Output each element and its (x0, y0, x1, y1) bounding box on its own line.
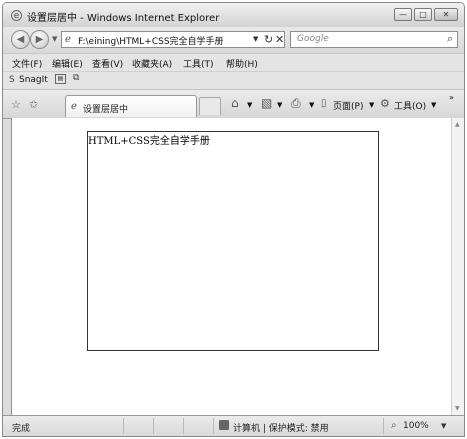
more-commands-icon[interactable]: » (449, 93, 454, 102)
scroll-up-icon[interactable]: ▲ (455, 121, 460, 128)
status-divider (153, 418, 154, 434)
add-favorite-icon[interactable]: ✩ (29, 98, 38, 111)
scroll-down-icon[interactable]: ▼ (455, 405, 460, 412)
search-input[interactable]: Google (297, 34, 329, 44)
menu-edit[interactable]: 编辑(E) (52, 57, 83, 70)
address-bar[interactable]: ℯ F:\eining\HTML+CSS完全自学手册 ▼ ↻ ✕ (61, 31, 285, 48)
security-zone[interactable]: 计算机 | 保护模式: 禁用 (233, 421, 329, 434)
address-chevron-down-icon[interactable]: ▼ (253, 35, 258, 43)
centered-layer: HTML+CSS完全自学手册 (87, 131, 379, 351)
feeds-chevron-down-icon[interactable]: ▼ (277, 101, 282, 109)
print-chevron-down-icon[interactable]: ▼ (309, 101, 314, 109)
address-input[interactable]: F:\eining\HTML+CSS完全自学手册 (78, 34, 250, 47)
zoom-chevron-down-icon[interactable]: ▼ (441, 422, 446, 430)
search-box[interactable]: Google ⌕ (290, 31, 458, 48)
address-row: ◀ ▶ ▼ ℯ F:\eining\HTML+CSS完全自学手册 ▼ ↻ ✕ G… (3, 27, 464, 53)
status-divider (183, 418, 184, 434)
tools-chevron-down-icon[interactable]: ▼ (431, 101, 436, 109)
back-button[interactable]: ◀ (11, 30, 30, 49)
recent-pages-chevron-down-icon[interactable]: ▼ (52, 35, 57, 43)
favorites-star-icon[interactable]: ☆ (11, 98, 21, 111)
new-tab-button[interactable] (199, 97, 221, 115)
status-divider (123, 418, 124, 434)
status-text: 完成 (12, 424, 31, 434)
page-menu-button[interactable]: 页面(P) (333, 99, 363, 112)
tab-active[interactable]: ℯ 设置层居中 (65, 95, 197, 117)
status-divider (383, 418, 384, 434)
menu-favorites[interactable]: 收藏夹(A) (132, 57, 172, 70)
zoom-icon[interactable]: ⌕ (391, 420, 397, 431)
snagit-icon[interactable]: S (9, 75, 15, 85)
stop-icon[interactable]: ✕ (275, 33, 284, 46)
menu-help[interactable]: 帮助(H) (226, 57, 258, 70)
capture-window-icon[interactable]: ▤ (55, 74, 66, 84)
tab-bar: ☆ ✩ ℯ 设置层居中 ⌂ ▼ ▧ ▼ ⎙ ▼ ▯ 页面(P) ▼ ⚙ 工具(O… (3, 89, 464, 119)
zoom-level[interactable]: 100% (403, 421, 429, 431)
page-icon: ℯ (65, 34, 71, 45)
home-icon[interactable]: ⌂ (231, 96, 239, 110)
ie-logo-icon: e (11, 10, 22, 21)
gear-icon[interactable]: ⚙ (380, 97, 390, 110)
vertical-scrollbar[interactable]: ▲ ▼ (451, 118, 464, 415)
snagit-toolbar: S SnagIt ▤ ⧉ (3, 71, 464, 90)
search-icon[interactable]: ⌕ (447, 32, 453, 46)
tab-page-icon: ℯ (71, 101, 77, 112)
refresh-icon[interactable]: ↻ (264, 33, 273, 46)
window-title: 设置层居中 - Windows Internet Explorer (27, 13, 220, 24)
ie-window: e 设置层居中 - Windows Internet Explorer — □ … (2, 2, 465, 437)
computer-zone-icon (219, 420, 229, 430)
home-chevron-down-icon[interactable]: ▼ (247, 101, 252, 109)
snagit-button[interactable]: SnagIt (19, 75, 48, 85)
title-bar: e 设置层居中 - Windows Internet Explorer — □ … (3, 3, 464, 27)
menu-file[interactable]: 文件(F) (12, 57, 42, 70)
minimize-button[interactable]: — (394, 8, 412, 21)
capture-options-icon[interactable]: ⧉ (73, 74, 85, 84)
close-button[interactable]: ✕ (434, 8, 458, 21)
menu-bar: 文件(F) 编辑(E) 查看(V) 收藏夹(A) 工具(T) 帮助(H) (3, 53, 464, 72)
status-bar: 完成 计算机 | 保护模式: 禁用 ⌕ 100% ▼ (3, 415, 464, 436)
menu-tools[interactable]: 工具(T) (183, 57, 214, 70)
tab-title: 设置层居中 (83, 105, 129, 115)
page-content: HTML+CSS完全自学手册 (11, 118, 452, 415)
maximize-button[interactable]: □ (414, 8, 432, 21)
status-divider (213, 418, 214, 434)
page-menu-icon[interactable]: ▯ (321, 98, 327, 109)
menu-view[interactable]: 查看(V) (92, 57, 123, 70)
window-controls: — □ ✕ (394, 8, 458, 21)
page-chevron-down-icon[interactable]: ▼ (369, 101, 374, 109)
forward-button[interactable]: ▶ (30, 30, 49, 49)
tools-menu-button[interactable]: 工具(O) (394, 99, 426, 112)
print-icon[interactable]: ⎙ (291, 96, 301, 111)
layer-text: HTML+CSS完全自学手册 (88, 136, 210, 147)
feeds-icon[interactable]: ▧ (261, 96, 272, 110)
